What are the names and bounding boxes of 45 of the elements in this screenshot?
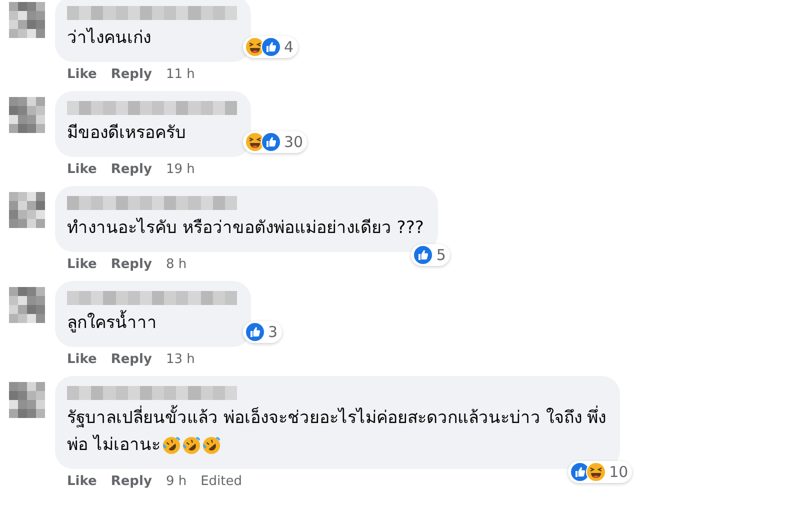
action-link[interactable]: Like xyxy=(67,352,97,367)
action-link[interactable]: Reply xyxy=(110,162,152,177)
reaction-badge[interactable]: 30 xyxy=(243,131,308,153)
action-link[interactable]: Like xyxy=(67,474,97,489)
action-link[interactable]: Like xyxy=(67,67,97,82)
thumbs-up-icon xyxy=(261,37,281,57)
reaction-count: 30 xyxy=(284,133,304,151)
thumbs-up-icon xyxy=(245,322,265,342)
reaction-badge[interactable]: 4 xyxy=(243,36,298,58)
laughing-tears-icon xyxy=(202,436,222,455)
timestamp[interactable]: 13 h xyxy=(166,352,195,367)
blurred-avatar xyxy=(9,97,45,133)
comment-text: พ่อ ไม่เอานะ xyxy=(67,434,160,457)
action-link[interactable]: Like xyxy=(67,162,97,177)
action-link[interactable]: Like xyxy=(67,257,97,272)
action-link[interactable]: Reply xyxy=(110,67,152,82)
timestamp[interactable]: 19 h xyxy=(166,162,195,177)
reaction-count: 10 xyxy=(609,463,628,481)
timestamp[interactable]: 11 h xyxy=(166,67,195,82)
blurred-avatar xyxy=(9,192,45,228)
blurred-avatar xyxy=(9,382,45,418)
action-link[interactable]: Reply xyxy=(110,257,152,272)
timestamp[interactable]: 9 h xyxy=(166,474,187,489)
timestamp[interactable]: 8 h xyxy=(166,257,187,272)
reaction-badge[interactable]: 3 xyxy=(243,321,282,343)
blurred-avatar xyxy=(9,287,45,323)
laughing-tears-icon xyxy=(182,436,202,455)
reaction-count: 5 xyxy=(436,246,446,264)
comment-text: มีของดีเหรอครับ xyxy=(67,122,187,145)
reaction-count: 3 xyxy=(268,323,278,341)
comment-text: ทำงานอะไรคับ หรือว่าขอตังพ่อแม่อย่างเดียว ??? xyxy=(67,216,424,240)
laughing-face-icon xyxy=(586,462,606,482)
action-link[interactable]: Reply xyxy=(110,474,152,489)
comment-text: ลูกใครน้ำาา xyxy=(67,310,237,337)
reaction-badge[interactable]: 5 xyxy=(411,244,450,266)
blurred-avatar xyxy=(9,2,45,38)
reaction-count: 4 xyxy=(284,38,294,56)
comment-text: ว่าไงคนเก่ง xyxy=(67,26,152,50)
edited-label[interactable]: Edited xyxy=(200,474,242,489)
comment-text: รัฐบาลเปลี่ยนขั้วแล้ว พ่อเอ็งจะช่วยอะไรไม่ค่อยสะดวกแล้วนะบ่าว ใจถึง พึ่ง xyxy=(67,405,606,432)
action-link[interactable]: Reply xyxy=(110,352,152,367)
laughing-tears-icon xyxy=(162,436,182,455)
reaction-badge[interactable]: 10 xyxy=(568,461,632,483)
thumbs-up-icon xyxy=(261,132,281,152)
thumbs-up-icon xyxy=(413,245,434,265)
